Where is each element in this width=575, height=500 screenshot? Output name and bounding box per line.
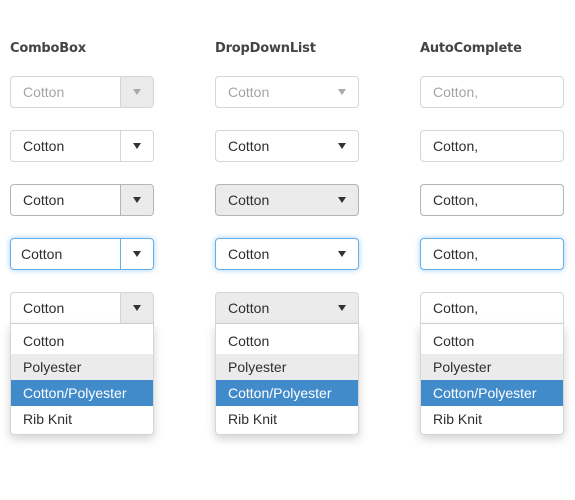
combobox-dropdown-button[interactable] xyxy=(120,185,153,215)
autocomplete-heading: AutoComplete xyxy=(420,41,522,56)
chevron-down-icon xyxy=(338,197,346,203)
dropdownlist-normal[interactable]: Cotton xyxy=(215,130,359,162)
autocomplete-hover[interactable]: Cotton, xyxy=(420,184,564,216)
combobox-open[interactable]: Cotton xyxy=(10,292,154,324)
autocomplete-input[interactable]: Cotton, xyxy=(433,185,478,215)
dropdownlist-heading: DropDownList xyxy=(215,41,316,56)
autocomplete-input[interactable]: Cotton, xyxy=(433,239,478,269)
chevron-down-icon xyxy=(133,197,141,203)
combobox-input[interactable]: Cotton xyxy=(23,293,64,323)
combobox-input: Cotton xyxy=(23,84,65,100)
dropdownlist-disabled: Cotton xyxy=(215,76,359,108)
dropdownlist-focus[interactable]: Cotton xyxy=(215,238,359,270)
combobox-dropdown-button xyxy=(120,77,153,107)
list-item[interactable]: Cotton/Polyester xyxy=(11,380,153,406)
chevron-down-icon xyxy=(338,305,346,311)
autocomplete-disabled: Cotton, xyxy=(420,76,564,108)
autocomplete-input[interactable]: Cotton, xyxy=(433,293,478,323)
combobox-dropdown-button[interactable] xyxy=(120,239,153,269)
combobox-popup-list: Cotton Polyester Cotton/Polyester Rib Kn… xyxy=(10,324,154,435)
chevron-down-icon xyxy=(133,251,141,257)
combobox-input[interactable]: Cotton xyxy=(23,185,64,215)
combobox-focus[interactable]: Cotton xyxy=(10,238,154,270)
list-item[interactable]: Rib Knit xyxy=(11,406,153,432)
combobox-hover[interactable]: Cotton xyxy=(10,184,154,216)
chevron-down-icon xyxy=(133,89,141,95)
autocomplete-normal[interactable]: Cotton, xyxy=(420,130,564,162)
combobox-disabled: Cotton xyxy=(10,76,154,108)
list-item[interactable]: Cotton xyxy=(11,328,153,354)
list-item[interactable]: Polyester xyxy=(216,354,358,380)
dropdownlist-value: Cotton xyxy=(228,138,270,154)
list-item[interactable]: Rib Knit xyxy=(421,406,563,432)
chevron-down-icon xyxy=(338,143,346,149)
dropdownlist-value: Cotton xyxy=(228,246,270,262)
dropdownlist-hover[interactable]: Cotton xyxy=(215,184,359,216)
combobox-input[interactable]: Cotton xyxy=(21,239,62,269)
combobox-dropdown-button[interactable] xyxy=(120,131,153,161)
autocomplete-open[interactable]: Cotton, xyxy=(420,292,564,324)
list-item[interactable]: Polyester xyxy=(421,354,563,380)
chevron-down-icon xyxy=(338,89,346,95)
chevron-down-icon xyxy=(133,305,141,311)
list-item[interactable]: Cotton/Polyester xyxy=(216,380,358,406)
dropdownlist-open[interactable]: Cotton xyxy=(215,292,359,324)
autocomplete-input: Cotton, xyxy=(433,84,479,100)
dropdownlist-value: Cotton xyxy=(228,300,270,316)
combobox-normal[interactable]: Cotton xyxy=(10,130,154,162)
list-item[interactable]: Cotton xyxy=(216,328,358,354)
combobox-dropdown-button[interactable] xyxy=(120,293,153,323)
combobox-heading: ComboBox xyxy=(10,41,86,56)
combobox-input[interactable]: Cotton xyxy=(23,131,64,161)
autocomplete-input[interactable]: Cotton, xyxy=(433,131,478,161)
dropdownlist-value: Cotton xyxy=(228,84,270,100)
chevron-down-icon xyxy=(133,143,141,149)
list-item[interactable]: Polyester xyxy=(11,354,153,380)
list-item[interactable]: Cotton/Polyester xyxy=(421,380,563,406)
list-item[interactable]: Rib Knit xyxy=(216,406,358,432)
list-item[interactable]: Cotton xyxy=(421,328,563,354)
autocomplete-popup-list: Cotton Polyester Cotton/Polyester Rib Kn… xyxy=(420,324,564,435)
autocomplete-focus[interactable]: Cotton, xyxy=(420,238,564,270)
dropdownlist-value: Cotton xyxy=(228,192,270,208)
chevron-down-icon xyxy=(338,251,346,257)
dropdownlist-popup-list: Cotton Polyester Cotton/Polyester Rib Kn… xyxy=(215,324,359,435)
